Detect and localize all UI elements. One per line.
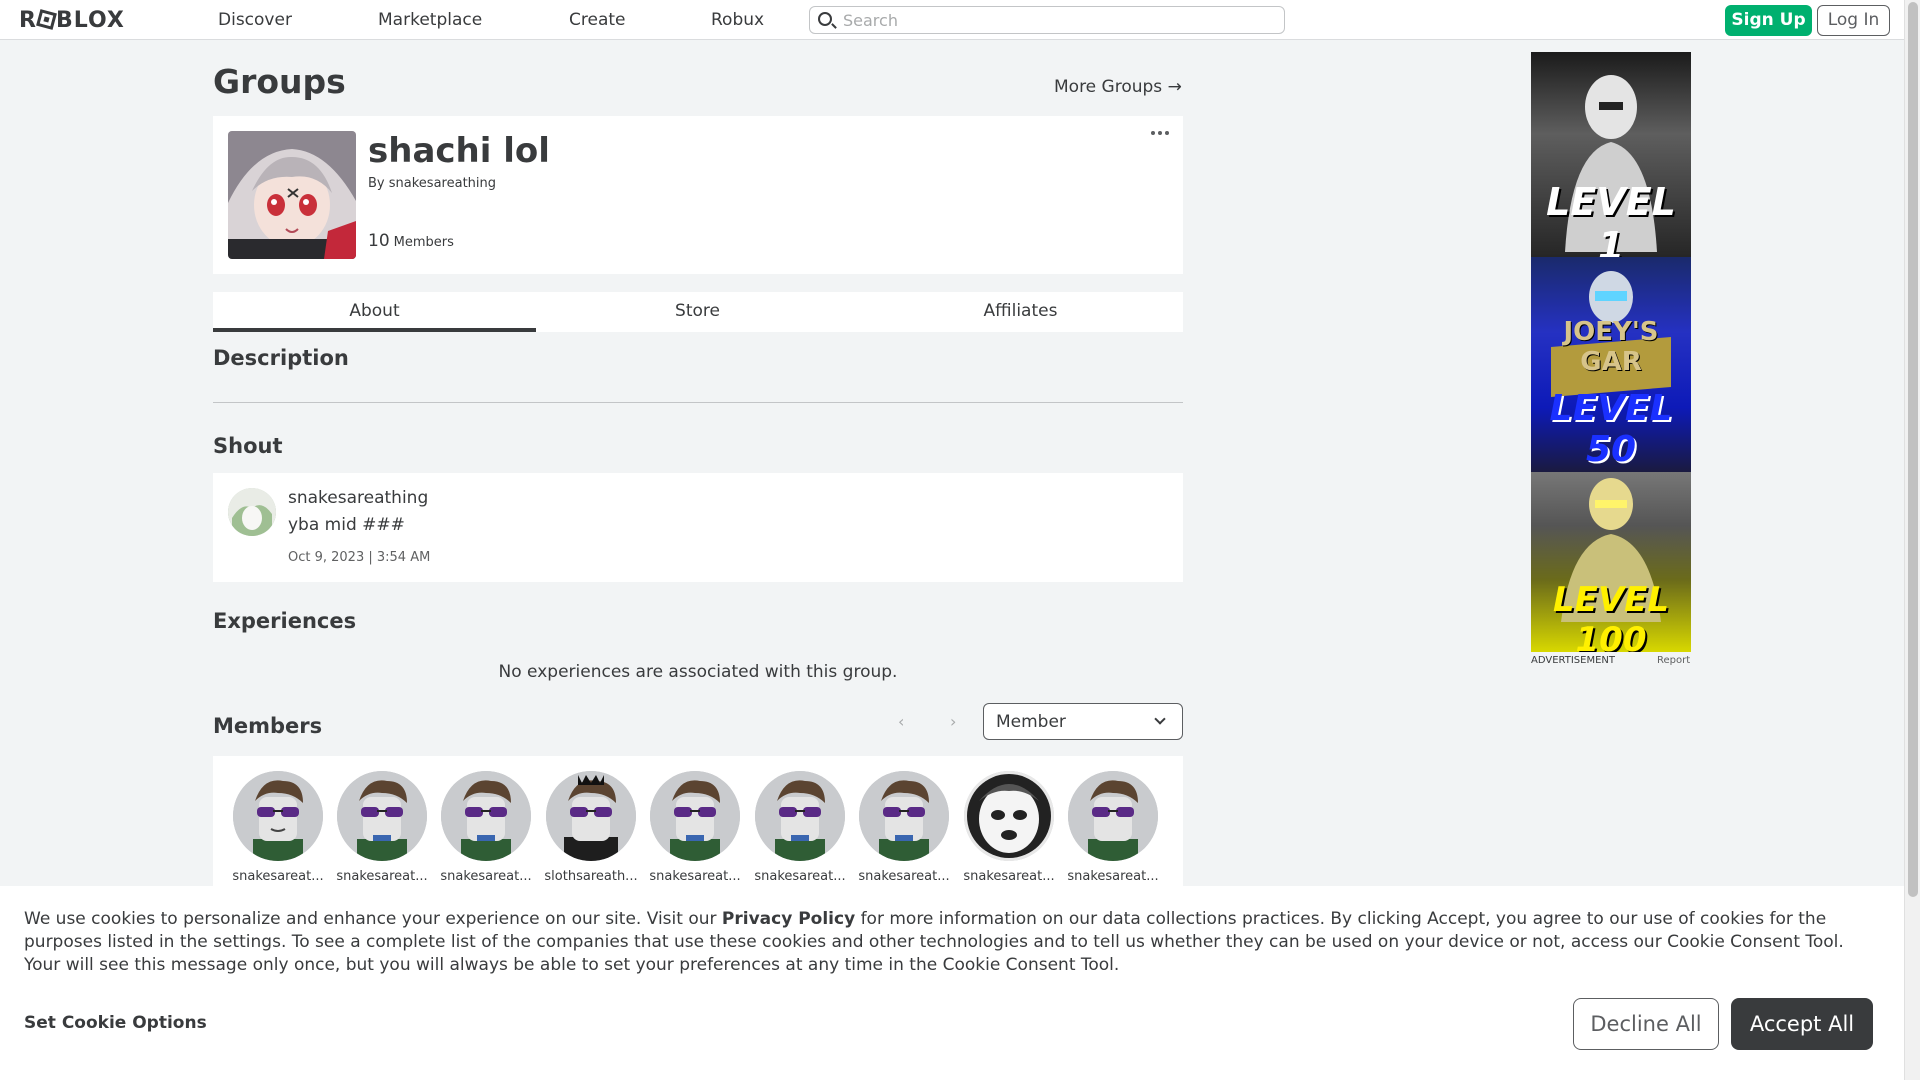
cookie-message: We use cookies to personalize and enhanc… — [24, 908, 1884, 977]
ad-text-level-100: LEVEL 100 — [1552, 580, 1670, 652]
member-count-label: Members — [393, 235, 454, 250]
experiences-heading: Experiences — [213, 609, 357, 633]
member-item[interactable]: snakesareat... — [752, 771, 848, 884]
group-owner-link[interactable]: snakesareathing — [389, 176, 496, 191]
scrollbar-thumb[interactable] — [1908, 2, 1918, 897]
member-name: snakesareat... — [649, 869, 741, 884]
accept-all-button[interactable]: Accept All — [1731, 998, 1873, 1050]
members-list: snakesareat... snakesareat... snakesarea… — [213, 756, 1183, 886]
member-item[interactable]: slothsareath... — [543, 771, 639, 884]
member-name: slothsareath... — [544, 869, 638, 884]
shout-user-link[interactable]: snakesareathing — [288, 488, 428, 508]
page-title: Groups — [213, 62, 346, 101]
cookie-text-before: We use cookies to personalize and enhanc… — [24, 909, 722, 929]
roblox-logo[interactable]: R BLOX — [19, 8, 125, 33]
member-avatar — [233, 771, 323, 861]
group-owner-line: By snakesareathing — [368, 176, 496, 191]
advertisement-banner[interactable]: LEVEL 1 JOEY'S GAR LEVEL 50 LEVEL 100 — [1531, 52, 1691, 652]
members-role-select[interactable]: Member — [983, 703, 1183, 740]
by-label: By — [368, 176, 385, 191]
members-role-value: Member — [996, 712, 1066, 732]
member-name: snakesareat... — [858, 869, 950, 884]
nav-create[interactable]: Create — [569, 10, 626, 30]
ad-text-joeys: JOEY'S GAR — [1563, 317, 1659, 377]
tab-store[interactable]: Store — [536, 292, 859, 332]
signup-button[interactable]: Sign Up — [1725, 5, 1812, 36]
more-groups-link[interactable]: More Groups → — [1054, 77, 1182, 97]
member-item[interactable]: snakesareat... — [230, 771, 326, 884]
member-avatar — [1068, 771, 1158, 861]
ad-report-link[interactable]: Report — [1657, 655, 1690, 666]
member-name: snakesareat... — [963, 869, 1055, 884]
nav-marketplace[interactable]: Marketplace — [378, 10, 482, 30]
member-item[interactable]: snakesareat... — [647, 771, 743, 884]
nav-discover[interactable]: Discover — [218, 10, 292, 30]
member-item[interactable]: snakesareat... — [961, 771, 1057, 884]
cookie-banner: We use cookies to personalize and enhanc… — [0, 886, 1904, 1080]
search-icon[interactable] — [818, 12, 832, 26]
shout-timestamp: Oct 9, 2023 | 3:54 AM — [288, 550, 431, 565]
tab-about[interactable]: About — [213, 292, 536, 332]
login-button[interactable]: Log In — [1817, 5, 1890, 36]
ad-text-level-50: LEVEL 50 — [1549, 388, 1673, 470]
chevron-down-icon — [1154, 713, 1166, 725]
experiences-empty-message: No experiences are associated with this … — [498, 662, 898, 682]
set-cookie-options-link[interactable]: Set Cookie Options — [24, 1013, 207, 1033]
member-avatar — [337, 771, 427, 861]
advertisement-label: ADVERTISEMENT — [1531, 655, 1616, 666]
member-name: snakesareat... — [232, 869, 324, 884]
more-options-icon[interactable] — [1151, 128, 1171, 138]
member-name: snakesareat... — [336, 869, 428, 884]
shout-heading: Shout — [213, 434, 283, 458]
member-avatar — [755, 771, 845, 861]
member-avatar — [546, 771, 636, 861]
members-heading: Members — [213, 714, 323, 738]
search-input[interactable] — [843, 9, 1273, 31]
member-avatar — [650, 771, 740, 861]
member-avatar — [964, 771, 1054, 861]
page-scrollbar[interactable] — [1904, 0, 1920, 1080]
member-item[interactable]: snakesareat... — [334, 771, 430, 884]
group-header-card: shachi lol By snakesareathing 10 Members — [213, 116, 1183, 274]
description-divider — [213, 402, 1183, 403]
shout-message: yba mid ### — [288, 515, 405, 535]
member-count-value: 10 — [368, 231, 390, 251]
decline-all-button[interactable]: Decline All — [1573, 998, 1719, 1050]
description-heading: Description — [213, 346, 349, 370]
group-tabs: About Store Affiliates — [213, 292, 1183, 332]
member-name: snakesareat... — [440, 869, 532, 884]
top-navbar: R BLOX Discover Marketplace Create Robux … — [0, 0, 1904, 40]
shout-avatar[interactable] — [228, 488, 276, 536]
member-name: snakesareat... — [754, 869, 846, 884]
members-prev-icon[interactable]: ‹ — [898, 712, 904, 731]
tab-affiliates[interactable]: Affiliates — [859, 292, 1182, 332]
member-avatar — [441, 771, 531, 861]
member-name: snakesareat... — [1067, 869, 1159, 884]
members-next-icon[interactable]: › — [950, 712, 956, 731]
group-name: shachi lol — [368, 131, 550, 171]
search-box — [809, 6, 1285, 34]
member-item[interactable]: snakesareat... — [1065, 771, 1161, 884]
member-count: 10 Members — [368, 231, 454, 251]
member-item[interactable]: snakesareat... — [438, 771, 534, 884]
group-emblem — [228, 131, 356, 259]
shout-card: snakesareathing yba mid ### Oct 9, 2023 … — [213, 473, 1183, 582]
ad-text-level-1: LEVEL 1 — [1546, 180, 1676, 268]
member-item[interactable]: snakesareat... — [856, 771, 952, 884]
privacy-policy-link[interactable]: Privacy Policy — [722, 909, 855, 929]
member-avatar — [859, 771, 949, 861]
nav-robux[interactable]: Robux — [711, 10, 764, 30]
